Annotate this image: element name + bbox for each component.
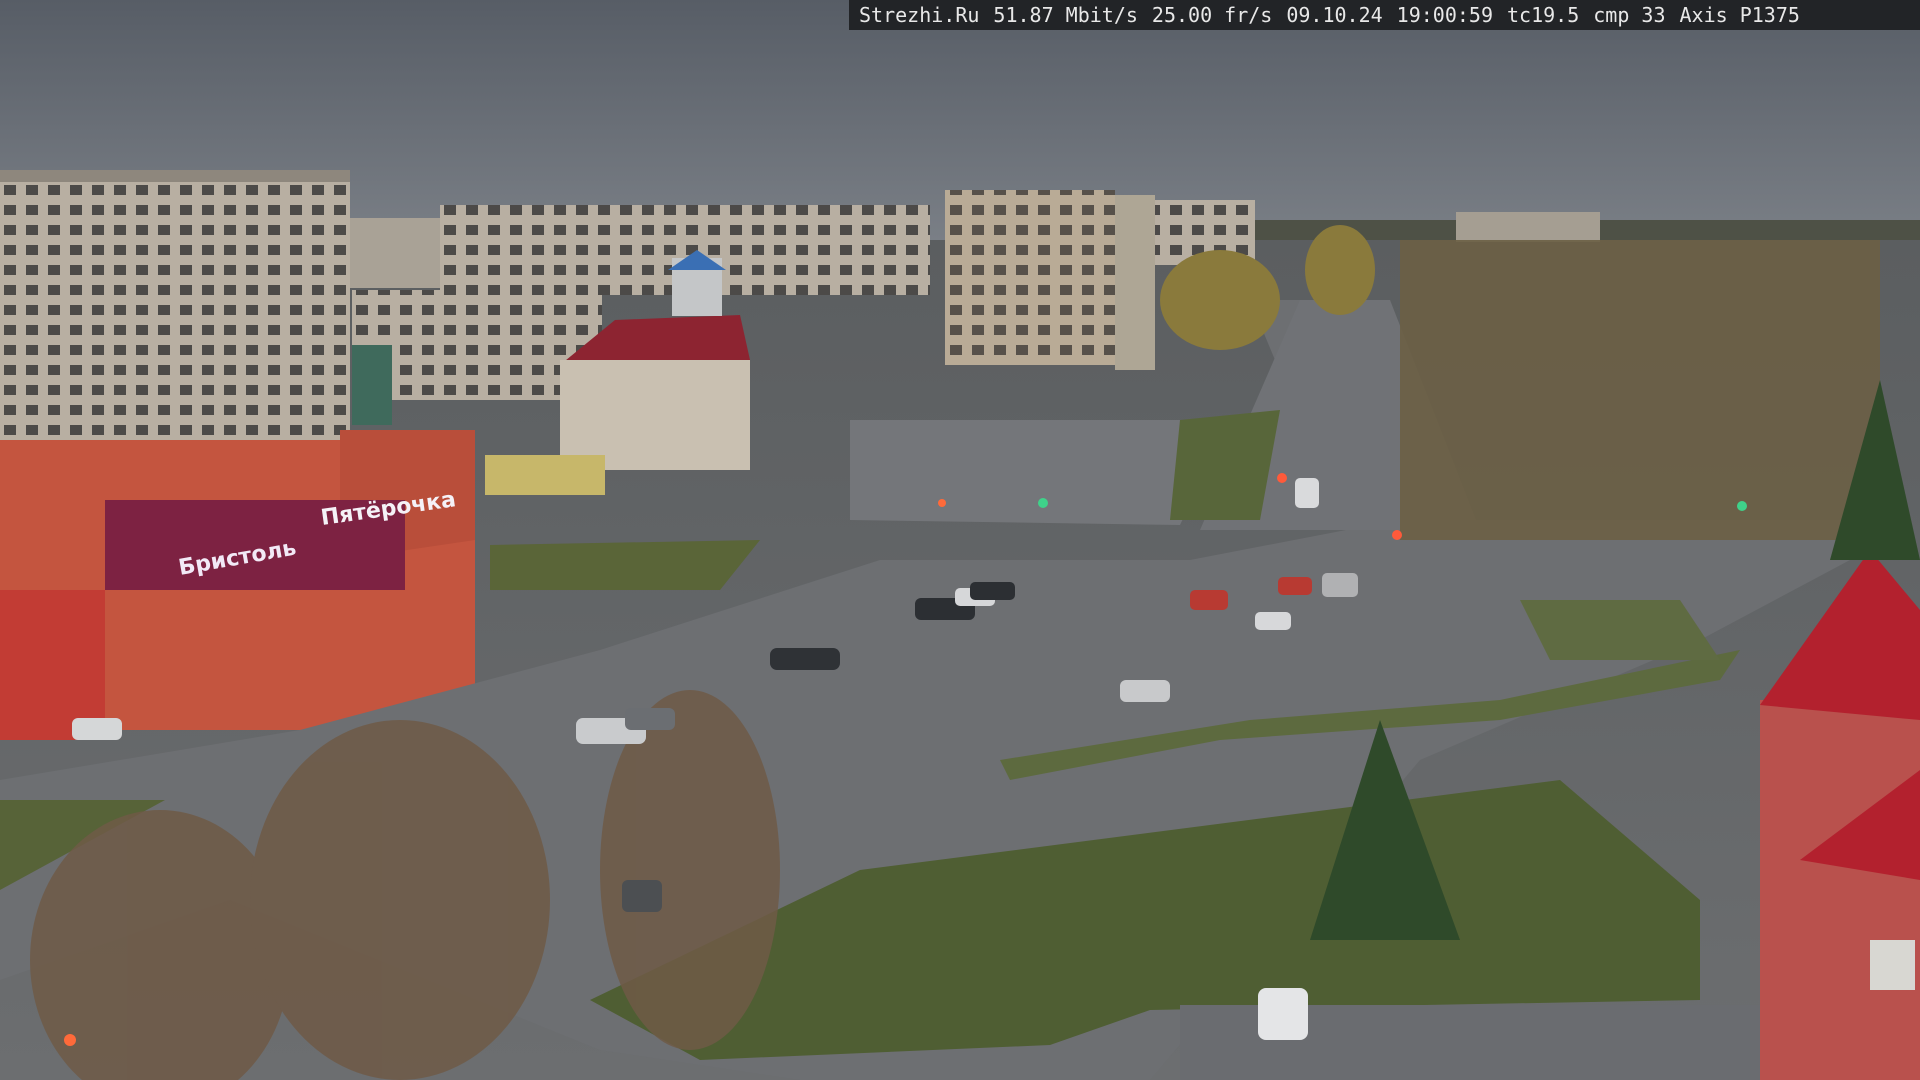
pink-building: [1760, 700, 1920, 1080]
overlay-time: 19:00:59: [1396, 3, 1493, 27]
tall-building-tower: [1115, 195, 1155, 370]
overlay-date: 09.10.24: [1286, 3, 1383, 27]
city-intersection-scene: Бристоль Пятёрочка: [0, 0, 1920, 1080]
tall-building: [945, 190, 1115, 365]
red-roof-building: [560, 360, 750, 470]
distant-building: [1456, 212, 1600, 242]
teal-building: [352, 345, 392, 425]
grass-strip: [490, 540, 760, 590]
store-lower-front: [0, 590, 105, 740]
camera-overlay-bar: Strezhi.Ru 51.87 Mbit/s 25.00 fr/s 09.10…: [849, 0, 1920, 30]
overlay-camera: Axis P1375: [1679, 3, 1800, 27]
overlay-tc: tc19.5: [1507, 3, 1580, 27]
panel-block-roof: [0, 170, 350, 182]
overlay-cmp: cmp 33: [1593, 3, 1666, 27]
overlay-bitrate: 51.87 Mbit/s: [993, 3, 1138, 27]
overlay-site: Strezhi.Ru: [859, 3, 980, 27]
overlay-framerate: 25.00 fr/s: [1151, 3, 1273, 27]
kiosk: [485, 455, 605, 495]
pink-building-window: [1870, 940, 1915, 990]
autumn-trees-right: [1400, 240, 1880, 540]
webcam-frame: Бристоль Пятёрочка Strezhi.Ru 51.87 Mbit…: [0, 0, 1920, 1080]
